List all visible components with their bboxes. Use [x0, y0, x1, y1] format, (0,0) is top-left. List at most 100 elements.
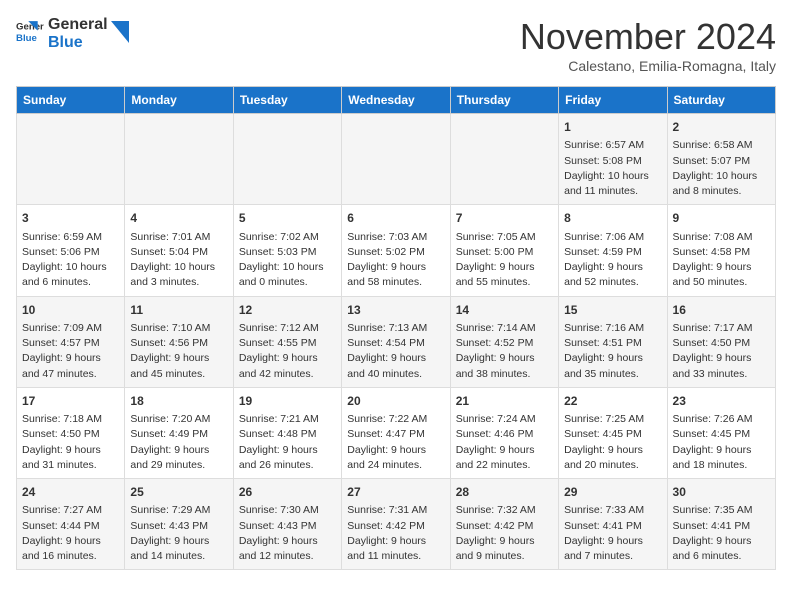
day-number: 5 — [239, 210, 336, 227]
calendar-cell — [17, 114, 125, 205]
day-number: 23 — [673, 393, 770, 410]
day-number: 11 — [130, 302, 227, 319]
day-number: 10 — [22, 302, 119, 319]
logo-general: General — [48, 16, 108, 34]
day-info: Sunrise: 7:02 AM Sunset: 5:03 PM Dayligh… — [239, 230, 336, 291]
day-number: 4 — [130, 210, 227, 227]
day-info: Sunrise: 6:59 AM Sunset: 5:06 PM Dayligh… — [22, 230, 119, 291]
day-info: Sunrise: 7:14 AM Sunset: 4:52 PM Dayligh… — [456, 321, 553, 382]
header-friday: Friday — [559, 87, 667, 114]
day-info: Sunrise: 7:10 AM Sunset: 4:56 PM Dayligh… — [130, 321, 227, 382]
calendar-cell: 22Sunrise: 7:25 AM Sunset: 4:45 PM Dayli… — [559, 387, 667, 478]
header-monday: Monday — [125, 87, 233, 114]
day-info: Sunrise: 7:26 AM Sunset: 4:45 PM Dayligh… — [673, 412, 770, 473]
day-info: Sunrise: 7:33 AM Sunset: 4:41 PM Dayligh… — [564, 503, 661, 564]
calendar-table: SundayMondayTuesdayWednesdayThursdayFrid… — [16, 86, 776, 570]
calendar-cell: 15 Sunrise: 7:16 AM Sunset: 4:51 PM Dayli… — [559, 296, 667, 387]
day-info: Sunrise: 7:17 AM Sunset: 4:50 PM Dayligh… — [673, 321, 770, 382]
logo-icon: General Blue — [16, 18, 44, 46]
day-info: Sunrise: 6:57 AM Sunset: 5:08 PM Dayligh… — [564, 138, 661, 199]
header-wednesday: Wednesday — [342, 87, 450, 114]
day-number: 6 — [347, 210, 444, 227]
calendar-cell: 1 Sunrise: 6:57 AM Sunset: 5:08 PM Daylig… — [559, 114, 667, 205]
calendar-cell: 30 Sunrise: 7:35 AM Sunset: 4:41 PM Dayli… — [667, 479, 775, 570]
week-row-3: 10 Sunrise: 7:09 AM Sunset: 4:57 PM Dayli… — [17, 296, 776, 387]
day-number: 7 — [456, 210, 553, 227]
day-info: Sunrise: 7:01 AM Sunset: 5:04 PM Dayligh… — [130, 230, 227, 291]
day-number: 2 — [673, 119, 770, 136]
day-number: 26 — [239, 484, 336, 501]
day-info: Sunrise: 7:31 AM Sunset: 4:42 PM Dayligh… — [347, 503, 444, 564]
calendar-cell: 23 Sunrise: 7:26 AM Sunset: 4:45 PM Dayli… — [667, 387, 775, 478]
calendar-cell: 28Sunrise: 7:32 AM Sunset: 4:42 PM Dayli… — [450, 479, 558, 570]
calendar-header: SundayMondayTuesdayWednesdayThursdayFrid… — [17, 87, 776, 114]
svg-text:General: General — [16, 21, 44, 32]
week-row-2: 3 Sunrise: 6:59 AM Sunset: 5:06 PM Daylig… — [17, 205, 776, 296]
day-info: Sunrise: 7:18 AM Sunset: 4:50 PM Dayligh… — [22, 412, 119, 473]
calendar-cell: 5 Sunrise: 7:02 AM Sunset: 5:03 PM Daylig… — [233, 205, 341, 296]
calendar-cell: 21Sunrise: 7:24 AM Sunset: 4:46 PM Dayli… — [450, 387, 558, 478]
day-info: Sunrise: 7:08 AM Sunset: 4:58 PM Dayligh… — [673, 230, 770, 291]
week-row-1: 1 Sunrise: 6:57 AM Sunset: 5:08 PM Daylig… — [17, 114, 776, 205]
day-info: Sunrise: 7:29 AM Sunset: 4:43 PM Dayligh… — [130, 503, 227, 564]
day-info: Sunrise: 7:03 AM Sunset: 5:02 PM Dayligh… — [347, 230, 444, 291]
calendar-cell: 14 Sunrise: 7:14 AM Sunset: 4:52 PM Dayli… — [450, 296, 558, 387]
day-info: Sunrise: 7:32 AM Sunset: 4:42 PM Dayligh… — [456, 503, 553, 564]
week-row-4: 17Sunrise: 7:18 AM Sunset: 4:50 PM Dayli… — [17, 387, 776, 478]
day-number: 27 — [347, 484, 444, 501]
day-number: 12 — [239, 302, 336, 319]
calendar-cell: 4 Sunrise: 7:01 AM Sunset: 5:04 PM Daylig… — [125, 205, 233, 296]
day-number: 29 — [564, 484, 661, 501]
day-info: Sunrise: 6:58 AM Sunset: 5:07 PM Dayligh… — [673, 138, 770, 199]
calendar-cell: 2 Sunrise: 6:58 AM Sunset: 5:07 PM Daylig… — [667, 114, 775, 205]
day-number: 24 — [22, 484, 119, 501]
title-block: November 2024 Calestano, Emilia-Romagna,… — [520, 16, 776, 74]
day-info: Sunrise: 7:30 AM Sunset: 4:43 PM Dayligh… — [239, 503, 336, 564]
calendar-cell: 19Sunrise: 7:21 AM Sunset: 4:48 PM Dayli… — [233, 387, 341, 478]
calendar-cell: 25Sunrise: 7:29 AM Sunset: 4:43 PM Dayli… — [125, 479, 233, 570]
header-row: SundayMondayTuesdayWednesdayThursdayFrid… — [17, 87, 776, 114]
header-saturday: Saturday — [667, 87, 775, 114]
day-info: Sunrise: 7:12 AM Sunset: 4:55 PM Dayligh… — [239, 321, 336, 382]
day-info: Sunrise: 7:16 AM Sunset: 4:51 PM Dayligh… — [564, 321, 661, 382]
header-tuesday: Tuesday — [233, 87, 341, 114]
location-subtitle: Calestano, Emilia-Romagna, Italy — [520, 58, 776, 74]
day-number: 16 — [673, 302, 770, 319]
day-info: Sunrise: 7:35 AM Sunset: 4:41 PM Dayligh… — [673, 503, 770, 564]
day-number: 1 — [564, 119, 661, 136]
calendar-cell: 29 Sunrise: 7:33 AM Sunset: 4:41 PM Dayli… — [559, 479, 667, 570]
day-info: Sunrise: 7:21 AM Sunset: 4:48 PM Dayligh… — [239, 412, 336, 473]
calendar-cell — [450, 114, 558, 205]
calendar-cell: 3 Sunrise: 6:59 AM Sunset: 5:06 PM Daylig… — [17, 205, 125, 296]
day-number: 21 — [456, 393, 553, 410]
calendar-cell — [125, 114, 233, 205]
calendar-cell: 10 Sunrise: 7:09 AM Sunset: 4:57 PM Dayli… — [17, 296, 125, 387]
calendar-body: 1 Sunrise: 6:57 AM Sunset: 5:08 PM Daylig… — [17, 114, 776, 570]
header-thursday: Thursday — [450, 87, 558, 114]
calendar-cell: 9 Sunrise: 7:08 AM Sunset: 4:58 PM Daylig… — [667, 205, 775, 296]
calendar-cell: 13Sunrise: 7:13 AM Sunset: 4:54 PM Dayli… — [342, 296, 450, 387]
logo: General Blue General Blue — [16, 16, 129, 53]
page-header: General Blue General Blue November 2024 … — [16, 16, 776, 74]
day-number: 14 — [456, 302, 553, 319]
calendar-cell: 20Sunrise: 7:22 AM Sunset: 4:47 PM Dayli… — [342, 387, 450, 478]
calendar-cell: 18 Sunrise: 7:20 AM Sunset: 4:49 PM Dayli… — [125, 387, 233, 478]
day-info: Sunrise: 7:27 AM Sunset: 4:44 PM Dayligh… — [22, 503, 119, 564]
day-number: 30 — [673, 484, 770, 501]
day-info: Sunrise: 7:20 AM Sunset: 4:49 PM Dayligh… — [130, 412, 227, 473]
day-info: Sunrise: 7:09 AM Sunset: 4:57 PM Dayligh… — [22, 321, 119, 382]
calendar-cell: 24 Sunrise: 7:27 AM Sunset: 4:44 PM Dayli… — [17, 479, 125, 570]
day-number: 15 — [564, 302, 661, 319]
day-number: 13 — [347, 302, 444, 319]
day-number: 9 — [673, 210, 770, 227]
calendar-cell: 12 Sunrise: 7:12 AM Sunset: 4:55 PM Dayli… — [233, 296, 341, 387]
day-number: 18 — [130, 393, 227, 410]
svg-text:Blue: Blue — [16, 33, 37, 44]
day-info: Sunrise: 7:25 AM Sunset: 4:45 PM Dayligh… — [564, 412, 661, 473]
day-info: Sunrise: 7:22 AM Sunset: 4:47 PM Dayligh… — [347, 412, 444, 473]
day-info: Sunrise: 7:06 AM Sunset: 4:59 PM Dayligh… — [564, 230, 661, 291]
day-number: 3 — [22, 210, 119, 227]
day-number: 8 — [564, 210, 661, 227]
calendar-cell: 16 Sunrise: 7:17 AM Sunset: 4:50 PM Dayli… — [667, 296, 775, 387]
month-title: November 2024 — [520, 16, 776, 58]
